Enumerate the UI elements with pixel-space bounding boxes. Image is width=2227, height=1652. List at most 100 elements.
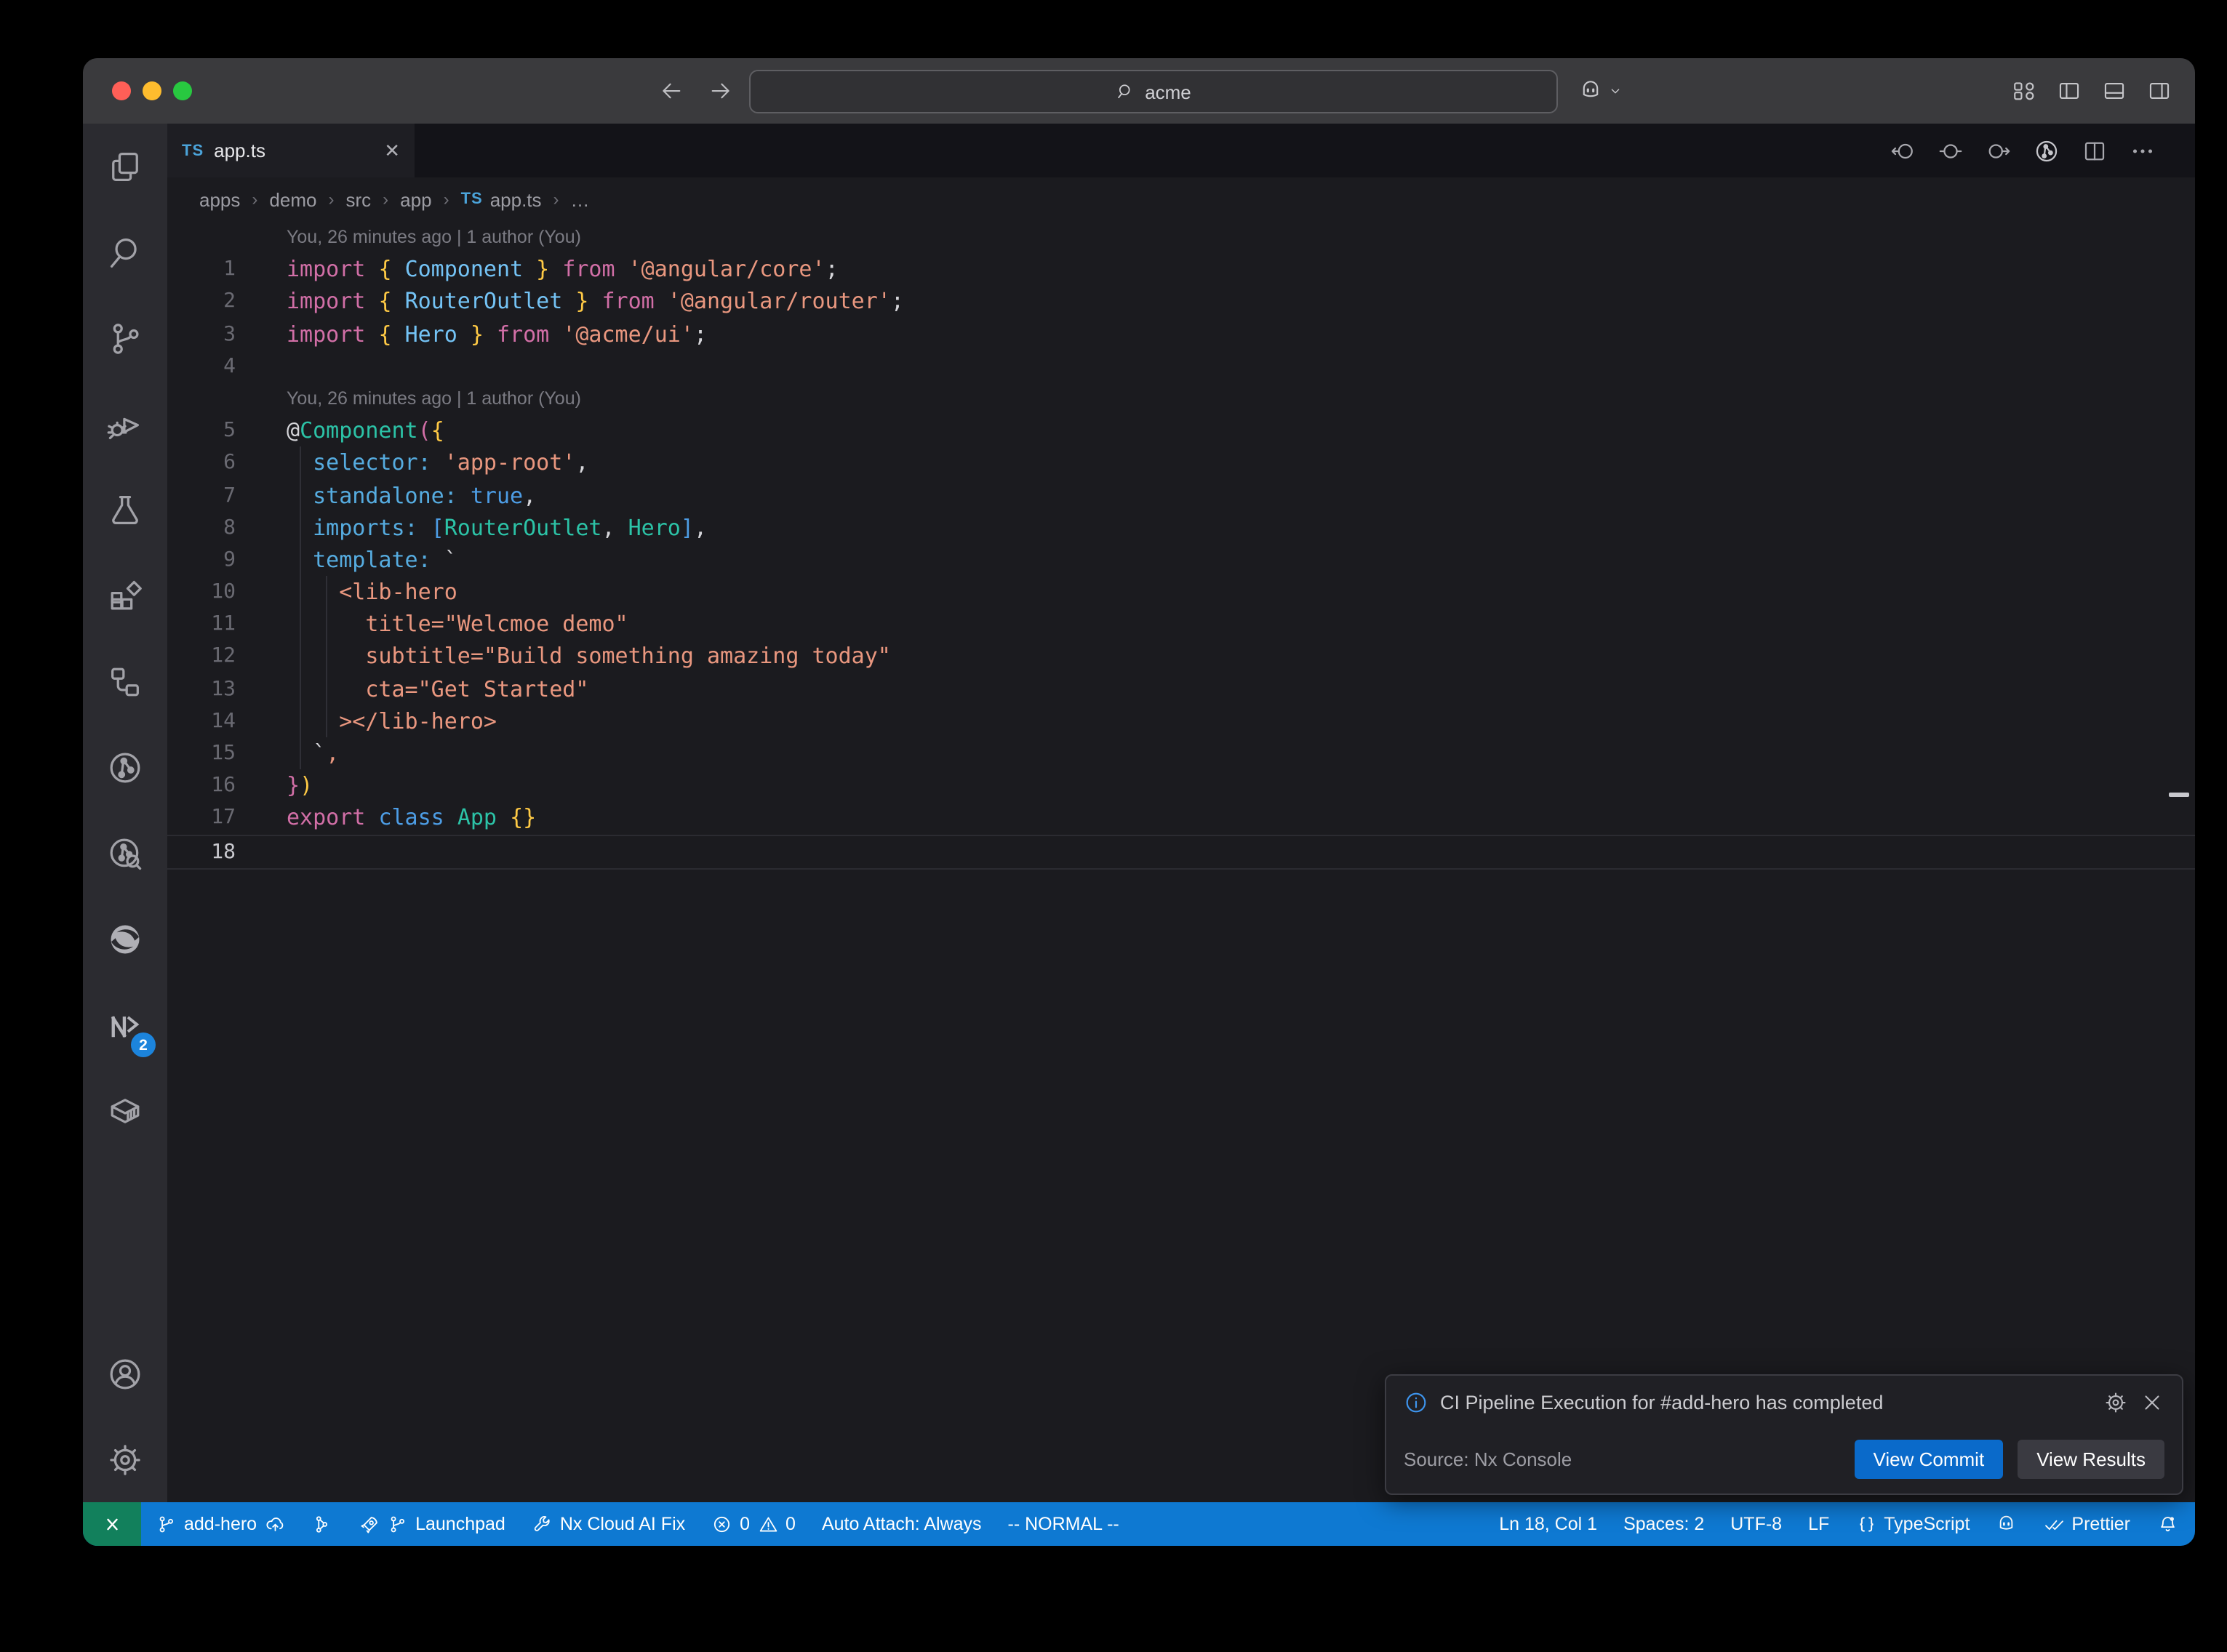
code-text: title="Welcmoe demo": [287, 609, 628, 641]
activitybar-item-extensions[interactable]: [83, 553, 167, 638]
statusbar-eol[interactable]: LF: [1808, 1514, 1829, 1534]
code-line: 10 <lib-hero: [167, 576, 2195, 608]
toggle-secondary-sidebar-icon[interactable]: [2147, 79, 2172, 103]
tab-app-ts[interactable]: TS app.ts ✕: [167, 124, 415, 177]
line-number: 3: [167, 318, 236, 350]
activitybar-item-run-debug[interactable]: [83, 381, 167, 467]
activitybar-item-explorer[interactable]: [83, 124, 167, 209]
code-text: cta="Get Started": [287, 673, 588, 705]
close-window-button[interactable]: [112, 81, 131, 100]
activitybar-item-graph-search-circle[interactable]: [83, 810, 167, 896]
code-editor[interactable]: You, 26 minutes ago | 1 author (You)1imp…: [167, 221, 2195, 1502]
code-text: <lib-hero: [287, 576, 457, 608]
copilot-menu[interactable]: [1578, 58, 1623, 124]
search-icon: [106, 233, 144, 271]
code-text: `,: [287, 737, 339, 769]
command-center-search[interactable]: acme: [749, 70, 1558, 113]
activitybar-item-account[interactable]: [83, 1331, 167, 1416]
activitybar-item-swirl-logo[interactable]: [83, 896, 167, 982]
braces-icon: [1855, 1514, 1876, 1535]
code-line: 14 ></lib-hero>: [167, 705, 2195, 737]
code-text: export class App {}: [287, 802, 536, 834]
tab-close-icon[interactable]: ✕: [384, 139, 400, 162]
activity-bar: 2: [83, 124, 167, 1502]
activitybar-item-settings-gear[interactable]: [83, 1416, 167, 1502]
activitybar-item-source-control[interactable]: [83, 295, 167, 381]
code-line: 1import { Component } from '@angular/cor…: [167, 253, 2195, 285]
line-number: 15: [167, 737, 236, 769]
tab-bar: TS app.ts ✕: [167, 124, 2195, 177]
graph-circle-icon[interactable]: [2034, 137, 2060, 164]
typescript-file-icon: TS: [461, 191, 483, 208]
notification-settings-gear-icon[interactable]: [2103, 1390, 2128, 1415]
activitybar-item-testing-beaker[interactable]: [83, 467, 167, 553]
zoom-window-button[interactable]: [173, 81, 192, 100]
minimize-window-button[interactable]: [143, 81, 161, 100]
arrow-left-icon[interactable]: [659, 79, 684, 103]
circle-line-icon[interactable]: [1938, 137, 1964, 164]
breadcrumb-separator: ›: [553, 189, 559, 209]
code-text: import { Component } from '@angular/core…: [287, 253, 839, 285]
breadcrumb-item[interactable]: TSapp.ts: [461, 188, 542, 210]
statusbar-launchpad[interactable]: Launchpad: [359, 1514, 505, 1535]
code-line: 5@Component({: [167, 414, 2195, 446]
vscode-window: acme 2 TS app.ts ✕ apps›demo›src›app›TSa…: [83, 58, 2195, 1546]
toggle-panel-icon[interactable]: [2102, 79, 2127, 103]
code-line: 17 export class App {}: [167, 802, 2195, 834]
line-number: 4: [167, 350, 236, 382]
statusbar-nx-cloud-ai-fix[interactable]: Nx Cloud AI Fix: [532, 1514, 685, 1535]
view-results-button[interactable]: View Results: [2018, 1440, 2164, 1479]
line-number: 10: [167, 576, 236, 608]
toggle-sidebar-icon[interactable]: [2057, 79, 2082, 103]
statusbar-problems[interactable]: 00: [711, 1514, 796, 1535]
line-number: 13: [167, 673, 236, 705]
statusbar-encoding[interactable]: UTF-8: [1730, 1514, 1782, 1534]
status-bar: add-hero Launchpad Nx Cloud AI Fix 00 Auto A…: [83, 1502, 2195, 1546]
statusbar-vim-mode[interactable]: -- NORMAL --: [1008, 1514, 1119, 1534]
breadcrumb-item[interactable]: demo: [269, 188, 316, 210]
desktop: acme 2 TS app.ts ✕ apps›demo›src›app›TSa…: [0, 0, 2227, 1652]
source-control-icon: [106, 319, 144, 357]
statusbar-language-mode[interactable]: TypeScript: [1855, 1514, 1970, 1535]
statusbar-notifications-bell[interactable]: [2156, 1514, 2178, 1535]
more-actions-icon[interactable]: [2130, 137, 2156, 164]
notification-close-icon[interactable]: [2140, 1390, 2164, 1415]
line-number: 5: [167, 414, 236, 446]
title-bar: acme: [83, 58, 2195, 124]
breadcrumb-item[interactable]: apps: [199, 188, 240, 210]
circle-arrow-right-icon[interactable]: [1986, 137, 2012, 164]
breadcrumb-item[interactable]: …: [571, 188, 590, 210]
split-editor-icon[interactable]: [2082, 137, 2108, 164]
activitybar-item-container-box[interactable]: [83, 1067, 167, 1153]
breadcrumb-item[interactable]: app: [400, 188, 431, 210]
container-box-icon: [106, 1091, 144, 1129]
activitybar-item-nx-logo[interactable]: 2: [83, 982, 167, 1067]
activitybar-item-graph-circle[interactable]: [83, 724, 167, 810]
line-number: 17: [167, 802, 236, 834]
statusbar-branch-status[interactable]: add-hero: [156, 1514, 285, 1535]
blame-annotation: You, 26 minutes ago | 1 author (You): [167, 221, 2195, 253]
code-text: ></lib-hero>: [287, 705, 497, 737]
activitybar-item-type-hierarchy[interactable]: [83, 638, 167, 724]
statusbar-indentation[interactable]: Spaces: 2: [1623, 1514, 1704, 1534]
statusbar-auto-attach[interactable]: Auto Attach: Always: [822, 1514, 982, 1534]
blame-text: You, 26 minutes ago | 1 author (You): [287, 382, 581, 414]
breadcrumb-separator: ›: [328, 189, 334, 209]
code-line: 2import { RouterOutlet } from '@angular/…: [167, 286, 2195, 318]
customize-layout-icon[interactable]: [2012, 79, 2036, 103]
statusbar-copilot-status[interactable]: [1996, 1514, 2017, 1535]
statusbar-pipeline-status[interactable]: [311, 1514, 332, 1535]
breadcrumb-item[interactable]: src: [345, 188, 371, 210]
code-line: 8 imports: [RouterOutlet, Hero],: [167, 511, 2195, 543]
code-line: 16}): [167, 769, 2195, 801]
notification-title: CI Pipeline Execution for #add-hero has …: [1440, 1392, 2092, 1414]
code-line: 4: [167, 350, 2195, 382]
nav-back-circle-icon[interactable]: [1890, 137, 1916, 164]
statusbar-formatter[interactable]: Prettier: [2043, 1514, 2130, 1535]
line-number: 2: [167, 286, 236, 318]
statusbar-cursor-position[interactable]: Ln 18, Col 1: [1499, 1514, 1597, 1534]
arrow-right-icon[interactable]: [708, 79, 733, 103]
remote-indicator[interactable]: [83, 1502, 141, 1546]
activitybar-item-search[interactable]: [83, 209, 167, 295]
view-commit-button[interactable]: View Commit: [1855, 1440, 2004, 1479]
